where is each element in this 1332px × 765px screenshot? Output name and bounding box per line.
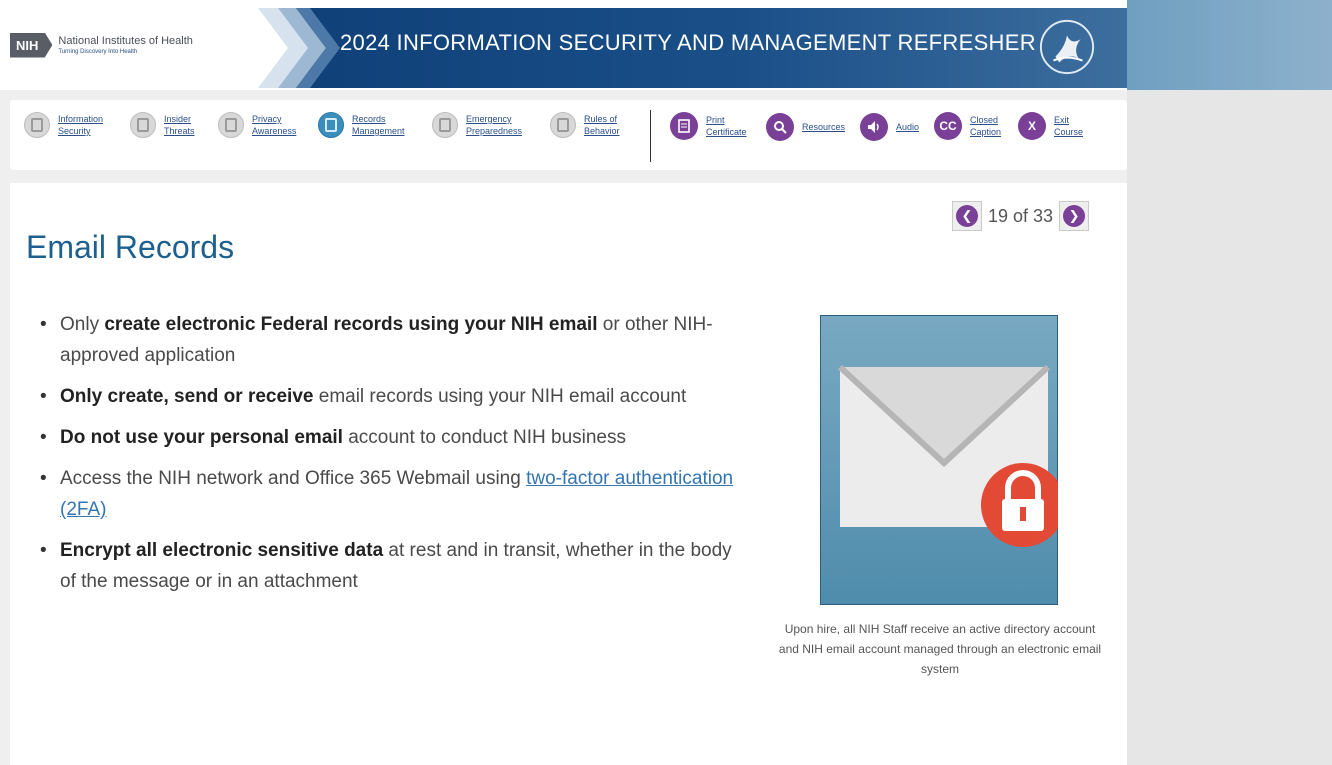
module-icon [432, 112, 458, 138]
exit-course-button[interactable]: X Exit Course [1018, 112, 1094, 140]
tool-label: Resources [802, 122, 846, 132]
bullet-bold-text: Encrypt all electronic sensitive data [60, 540, 384, 561]
print-certificate-button[interactable]: Print Certificate [670, 112, 754, 140]
tool-label-line2: Certificate [706, 127, 747, 137]
nav-label-line2: Security [58, 126, 91, 136]
bullet-bold-text: Only create, send or receive [60, 386, 314, 407]
module-navbar: Information Security Insider Threats Priva… [10, 100, 1127, 170]
next-slide-button[interactable]: ❯ [1059, 201, 1090, 231]
tool-label-line2: Caption [970, 127, 1002, 137]
nih-tagline: Turning Discovery Into Health [58, 48, 138, 55]
nav-label-line2: Behavior [584, 126, 620, 136]
list-item: Only create electronic Federal records u… [32, 309, 752, 371]
nav-label-line2: Preparedness [466, 126, 523, 136]
tool-label-line1: Print [706, 115, 725, 125]
nav-privacy-awareness[interactable]: Privacy Awareness [218, 112, 308, 138]
banner-chevrons [230, 8, 340, 88]
chevron-left-icon: ❮ [956, 205, 978, 227]
module-icon [130, 112, 156, 138]
module-icon [550, 112, 576, 138]
hhs-seal-icon [1039, 19, 1095, 75]
closed-caption-button[interactable]: CC Closed Caption [934, 112, 1010, 140]
nih-logo: NIH National Institutes of Health Turnin… [10, 25, 193, 65]
tool-label-line1: Closed [970, 115, 999, 125]
closed-caption-icon: CC [934, 112, 962, 140]
slide-pager: ❮ 19 of 33 ❯ [952, 201, 1090, 231]
nav-label-line1: Rules of [584, 114, 618, 124]
previous-slide-button[interactable]: ❮ [952, 201, 982, 231]
nav-rules-of-behavior[interactable]: Rules of Behavior [550, 112, 634, 138]
bullet-bold-text: Do not use your personal email [60, 427, 343, 448]
tool-label-line1: Exit [1054, 115, 1070, 125]
nih-name: National Institutes of Health [58, 34, 193, 47]
header-right-fill [1127, 0, 1332, 90]
bullet-text: account to conduct NIH business [342, 427, 626, 448]
search-icon [766, 113, 794, 141]
nav-emergency-preparedness[interactable]: Emergency Preparedness [432, 112, 536, 138]
list-item: Do not use your personal email account t… [32, 422, 752, 453]
speaker-icon [860, 113, 888, 141]
bullet-text: email records using your NIH email accou… [313, 386, 687, 407]
audio-button[interactable]: Audio [860, 112, 922, 142]
resources-button[interactable]: Resources [766, 112, 848, 142]
nav-label-line2: Awareness [252, 126, 297, 136]
module-icon [24, 112, 50, 138]
slide-content: ❮ 19 of 33 ❯ Email Records Only create e… [10, 183, 1127, 765]
nav-records-management[interactable]: Records Management [318, 112, 422, 138]
list-item: Only create, send or receive email recor… [32, 381, 752, 412]
slide-counter: 19 of 33 [988, 205, 1054, 226]
nav-insider-threats[interactable]: Insider Threats [130, 112, 208, 138]
nav-information-security[interactable]: Information Security [24, 112, 122, 138]
bullet-bold-text: create electronic Federal records using … [104, 314, 598, 335]
nav-label-line1: Emergency [466, 114, 512, 124]
document-icon [670, 112, 698, 140]
nav-divider [650, 110, 651, 162]
list-item: Access the NIH network and Office 365 We… [32, 463, 752, 525]
header: NIH National Institutes of Health Turnin… [0, 0, 1332, 90]
locked-email-illustration [820, 315, 1058, 605]
page-title: Email Records [26, 229, 235, 265]
exit-icon: X [1018, 112, 1046, 140]
nav-label-line2: Management [352, 126, 405, 136]
nav-label-line1: Insider [164, 114, 192, 124]
nih-badge: NIH [10, 32, 53, 58]
bullet-text: Access the NIH network and Office 365 We… [60, 468, 527, 489]
tool-label-line2: Course [1054, 127, 1084, 137]
right-gutter [1127, 90, 1332, 765]
module-icon-active [318, 112, 344, 138]
nav-label-line1: Records [352, 114, 386, 124]
nav-label-line1: Information [58, 114, 104, 124]
nav-label-line1: Privacy [252, 114, 282, 124]
module-icon [218, 112, 244, 138]
bullet-text: Only [60, 314, 105, 335]
chevron-right-icon: ❯ [1063, 205, 1086, 227]
image-caption: Upon hire, all NIH Staff receive an acti… [778, 622, 1102, 676]
course-title: 2024 INFORMATION SECURITY AND MANAGEMENT… [340, 30, 1036, 55]
bullet-list: Only create electronic Federal records u… [32, 309, 752, 607]
nav-label-line2: Threats [164, 126, 195, 136]
tool-label: Audio [896, 122, 920, 132]
list-item: Encrypt all electronic sensitive data at… [32, 535, 752, 597]
